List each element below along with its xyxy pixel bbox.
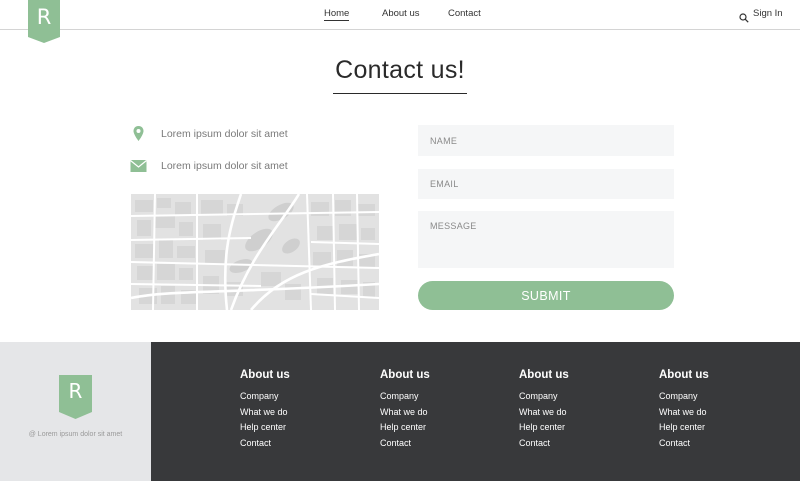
footer-link-contact[interactable]: Contact	[659, 436, 709, 452]
name-input[interactable]	[418, 125, 674, 156]
footer-column: About us Company What we do Help center …	[659, 369, 709, 452]
footer-link-contact[interactable]: Contact	[519, 436, 569, 452]
title-underline	[333, 93, 467, 94]
footer-column: About us Company What we do Help center …	[240, 369, 290, 452]
message-textarea[interactable]	[418, 211, 674, 268]
footer-column-title: About us	[519, 369, 569, 381]
footer-column-title: About us	[380, 369, 430, 381]
footer-column-title: About us	[659, 369, 709, 381]
footer-link-what-we-do[interactable]: What we do	[519, 405, 569, 421]
nav-about-link[interactable]: About us	[382, 8, 420, 19]
brand-logo[interactable]: R	[28, 0, 60, 43]
footer-column: About us Company What we do Help center …	[380, 369, 430, 452]
nav-home-link[interactable]: Home	[324, 8, 350, 21]
footer-link-help-center[interactable]: Help center	[519, 420, 569, 436]
address-text: Lorem ipsum dolor sit amet	[161, 128, 288, 140]
footer-link-contact[interactable]: Contact	[240, 436, 290, 452]
footer-column: About us Company What we do Help center …	[519, 369, 569, 452]
page-title: Contact us!	[335, 56, 465, 84]
brand-logo-letter: R	[36, 5, 52, 29]
footer-link-company[interactable]: Company	[659, 389, 709, 405]
footer-link-what-we-do[interactable]: What we do	[240, 405, 290, 421]
footer-column-title: About us	[240, 369, 290, 381]
footer-link-help-center[interactable]: Help center	[380, 420, 430, 436]
submit-button[interactable]: SUBMIT	[418, 281, 674, 310]
location-pin-icon	[130, 125, 147, 142]
envelope-icon	[130, 159, 147, 176]
location-map[interactable]	[131, 194, 379, 310]
footer-logo[interactable]: R	[59, 375, 92, 419]
footer-link-help-center[interactable]: Help center	[240, 420, 290, 436]
footer-tagline: @ Lorem ipsum dolor sit amet	[28, 431, 123, 438]
footer-logo-letter: R	[68, 379, 83, 403]
email-input[interactable]	[418, 169, 674, 199]
footer-link-what-we-do[interactable]: What we do	[659, 405, 709, 421]
nav-contact-link[interactable]: Contact	[448, 8, 481, 19]
footer-link-contact[interactable]: Contact	[380, 436, 430, 452]
search-icon[interactable]	[739, 10, 749, 23]
sign-in-link[interactable]: Sign In	[753, 8, 783, 19]
footer-link-what-we-do[interactable]: What we do	[380, 405, 430, 421]
footer-link-company[interactable]: Company	[240, 389, 290, 405]
email-text: Lorem ipsum dolor sit amet	[161, 160, 288, 172]
footer-link-help-center[interactable]: Help center	[659, 420, 709, 436]
footer-link-company[interactable]: Company	[380, 389, 430, 405]
site-header: R Home About us Contact Sign In	[0, 0, 800, 43]
footer-link-company[interactable]: Company	[519, 389, 569, 405]
